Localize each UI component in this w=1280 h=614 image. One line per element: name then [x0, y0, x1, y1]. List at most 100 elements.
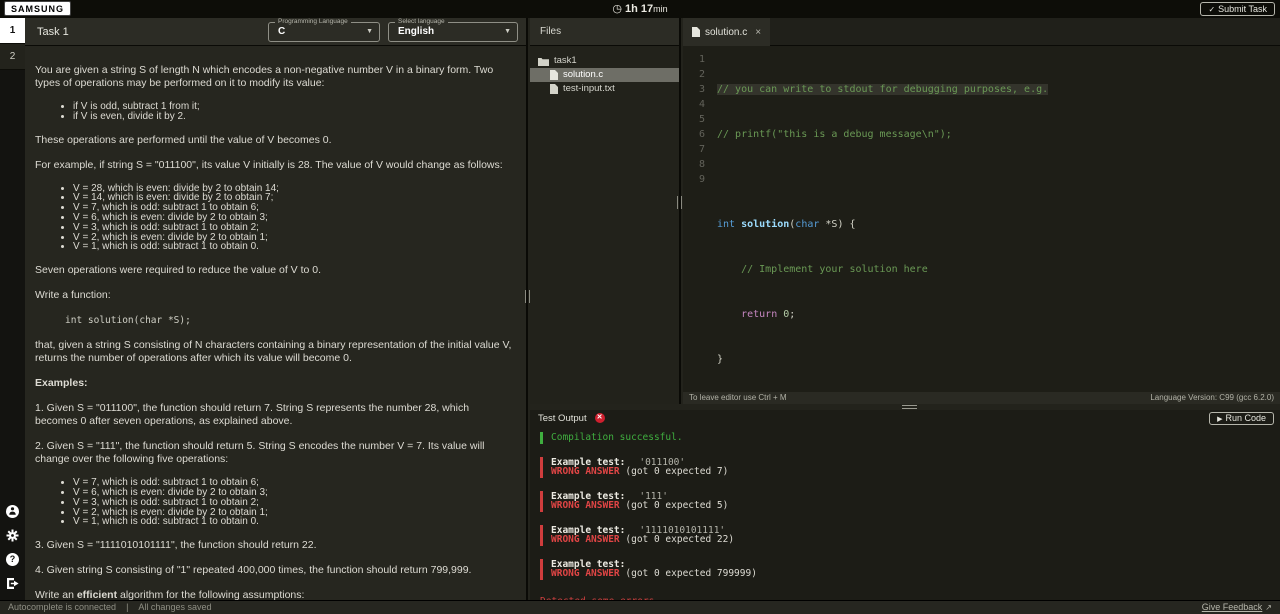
logout-icon[interactable]	[6, 576, 20, 590]
file-icon	[692, 27, 700, 37]
assumptions-pre: Write an	[35, 589, 77, 600]
splitter-grip[interactable]	[902, 405, 917, 409]
close-tab-icon[interactable]: ×	[755, 27, 761, 38]
top-bar: SAMSUNG ◷1h 17min ✓Submit Task	[0, 0, 1280, 18]
file-name: test-input.txt	[563, 82, 615, 96]
folder-icon	[538, 57, 549, 66]
tab-label: solution.c	[705, 27, 747, 38]
test-result-4: Example test: WRONG ANSWER (got 0 expect…	[540, 559, 1274, 580]
feedback-area: Give Feedback↗	[1202, 601, 1272, 614]
panel-resize-handle[interactable]	[525, 290, 530, 303]
editor-hint: To leave editor use Ctrl + M	[689, 392, 787, 404]
file-row-test-input[interactable]: test-input.txt	[530, 82, 679, 96]
editor-status-bar: To leave editor use Ctrl + M Language Ve…	[683, 392, 1280, 404]
code-line-3	[717, 172, 1280, 187]
test-output-header: Test Output ✕ ▶Run Code	[530, 410, 1280, 426]
test-output-body: Compilation successful. Example test:'01…	[540, 432, 1274, 600]
autocomplete-status: Autocomplete is connected	[8, 602, 116, 612]
run-code-button[interactable]: ▶Run Code	[1209, 412, 1274, 425]
test-result-2: Example test:'111' WRONG ANSWER (got 0 e…	[540, 491, 1274, 512]
output-resize-splitter[interactable]	[530, 404, 1280, 410]
code-line-5: // Implement your solution here	[717, 264, 928, 275]
list-item: V = 1, which is odd: subtract 1 to obtai…	[73, 242, 514, 252]
task-rail: 1 2 ?	[0, 18, 25, 600]
code-line-7: }	[717, 354, 723, 365]
editor-tab-bar: solution.c ×	[683, 18, 1280, 46]
code-area: 1 2 3 4 5 6 7 8 9 // you can write to st…	[683, 46, 1280, 392]
task-paragraph: Write a function:	[35, 289, 514, 302]
list-item: if V is even, divide it by 2.	[73, 112, 514, 122]
code-line-4: int solution(char *S) {	[717, 217, 1280, 232]
play-icon: ▶	[1217, 416, 1222, 423]
programming-language-select[interactable]: Programming Language C ▼	[268, 22, 380, 42]
line-numbers: 1 2 3 4 5 6 7 8 9	[683, 52, 705, 187]
programming-language-label: Programming Language	[275, 18, 351, 25]
file-tree: task1 solution.c test-input.txt	[530, 46, 679, 96]
bottom-status-bar: Autocomplete is connected | All changes sa…	[0, 600, 1280, 614]
task-paragraph: You are given a string S of length N whi…	[35, 64, 514, 90]
language-version: Language Version: C99 (gcc 6.2.0)	[1150, 392, 1274, 404]
operations-list: if V is odd, subtract 1 from it; if V is…	[35, 102, 514, 122]
code-editor-panel: solution.c × 1 2 3 4 5 6 7 8 9 // you ca…	[683, 18, 1280, 404]
task-paragraph: These operations are performed until the…	[35, 134, 514, 147]
assumptions-bold: efficient	[77, 589, 117, 600]
task-nav-2[interactable]: 2	[0, 44, 25, 70]
list-item: V = 1, which is odd: subtract 1 to obtai…	[73, 517, 514, 527]
external-link-icon: ↗	[1265, 603, 1272, 612]
example-3: 3. Given S = "1111010101111", the functi…	[35, 539, 514, 552]
file-row-solution-c[interactable]: solution.c	[530, 68, 679, 82]
task-header: Task 1 Programming Language C ▼ Select l…	[25, 18, 526, 46]
help-icon[interactable]: ?	[6, 552, 20, 566]
status-separator: |	[126, 602, 128, 612]
file-name: solution.c	[563, 68, 603, 82]
remaining-time: ◷1h 17min	[0, 0, 1280, 18]
select-language-select[interactable]: Select language English ▼	[388, 22, 518, 42]
chevron-down-icon: ▼	[366, 28, 373, 35]
folder-name: task1	[554, 54, 577, 68]
example-4: 4. Given string S consisting of "1" repe…	[35, 564, 514, 577]
settings-gear-icon[interactable]	[6, 528, 20, 542]
panel-resize-handle[interactable]	[677, 196, 682, 209]
examples-heading: Examples:	[35, 377, 514, 390]
folder-row-task1[interactable]: task1	[530, 54, 679, 68]
files-panel-title: Files	[530, 18, 679, 46]
task-paragraph: that, given a string S consisting of N c…	[35, 339, 514, 365]
timer-value: 1h 17	[625, 3, 653, 15]
task-nav-1[interactable]: 1	[0, 18, 25, 44]
task-description: You are given a string S of length N whi…	[25, 46, 526, 600]
programming-language-value: C	[278, 23, 285, 41]
select-language-value: English	[398, 23, 434, 41]
code-line-1: // you can write to stdout for debugging…	[717, 84, 1048, 95]
submit-task-label: Submit Task	[1218, 4, 1267, 14]
accessibility-icon[interactable]	[6, 504, 20, 518]
task-paragraph: For example, if string S = "011100", its…	[35, 159, 514, 172]
submit-task-button[interactable]: ✓Submit Task	[1200, 2, 1275, 16]
run-code-label: Run Code	[1225, 413, 1266, 423]
file-icon	[550, 84, 558, 94]
assumptions-post: algorithm for the following assumptions:	[117, 589, 304, 600]
status-left: Autocomplete is connected | All changes sa…	[8, 601, 211, 614]
code-line-2: // printf("this is a debug message\n");	[717, 129, 952, 140]
test-result-3: Example test:'1111010101111' WRONG ANSWE…	[540, 525, 1274, 546]
timer-unit: min	[653, 4, 668, 14]
example2-steps-list: V = 7, which is odd: subtract 1 to obtai…	[35, 478, 514, 527]
task-paragraph: Seven operations were required to reduce…	[35, 264, 514, 277]
chevron-down-icon: ▼	[504, 28, 511, 35]
file-icon	[550, 70, 558, 80]
give-feedback-link[interactable]: Give Feedback	[1202, 602, 1263, 612]
assumptions-intro: Write an efficient algorithm for the fol…	[35, 589, 514, 600]
test-result-1: Example test:'011100' WRONG ANSWER (got …	[540, 457, 1274, 478]
files-panel: Files task1 solution.c test-input.txt	[530, 18, 681, 404]
error-badge: ✕	[595, 413, 605, 423]
task-title: Task 1	[37, 18, 69, 46]
tab-solution-c[interactable]: solution.c ×	[683, 18, 770, 46]
help-question-glyph: ?	[6, 553, 19, 566]
example-steps-list: V = 28, which is even: divide by 2 to ob…	[35, 184, 514, 253]
test-output-title: Test Output	[538, 413, 587, 424]
task-description-panel: Task 1 Programming Language C ▼ Select l…	[25, 18, 528, 600]
function-signature: int solution(char *S);	[65, 314, 514, 327]
check-icon: ✓	[1208, 5, 1215, 14]
compilation-status: Compilation successful.	[540, 432, 1274, 444]
rail-icons: ?	[0, 504, 25, 590]
save-status: All changes saved	[138, 602, 211, 612]
